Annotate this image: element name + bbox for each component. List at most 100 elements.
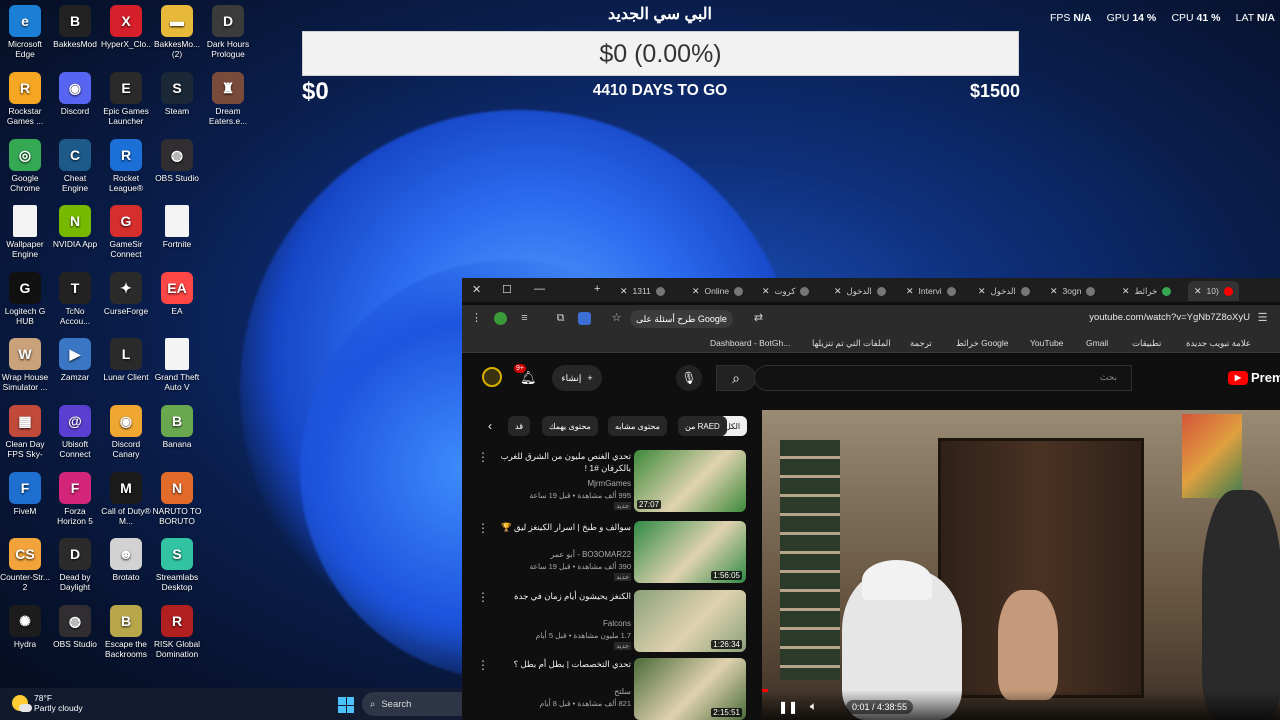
bookmark-star-icon[interactable]: ☆	[610, 312, 623, 325]
channel-name[interactable]: سلتح	[614, 687, 631, 696]
browser-tab[interactable]: ✕ 10)	[1188, 281, 1239, 301]
close-tab-icon[interactable]: ✕	[978, 286, 986, 297]
desktop-icon[interactable]: ☻ Brotato	[101, 538, 151, 582]
site-settings-icon[interactable]: ⇄	[752, 312, 765, 325]
desktop-icon[interactable]: G GameSir Connect	[101, 205, 151, 259]
browser-tab[interactable]: ✕ الدخول	[978, 281, 1030, 301]
microphone-icon[interactable]: 🎙︎	[676, 365, 702, 391]
desktop-icon[interactable]: ▶ Zamzar	[50, 338, 100, 382]
bookmark-item[interactable]: Gmail	[1086, 338, 1108, 348]
bookmark-item[interactable]: Dashboard - BotGh...	[710, 338, 790, 348]
weather-widget[interactable]: 78°F Partly cloudy	[12, 693, 83, 713]
filter-chip[interactable]: من RAED	[678, 416, 727, 436]
filter-chip[interactable]: قد	[508, 416, 531, 436]
desktop-icon[interactable]: T TcNo Accou...	[50, 272, 100, 326]
recommended-video[interactable]: ⋮ تحدي التخصصات | بطل أم بطل ؟ سلتح 821 ألف…	[477, 658, 747, 720]
bell-icon[interactable]: 🔔︎	[520, 370, 537, 386]
youtube-logo[interactable]: ▶ Premi	[1228, 370, 1280, 385]
desktop-icon[interactable]: ◉ Discord	[50, 72, 100, 116]
recommended-video[interactable]: ⋮ سوالف و طبخ | اسرار الكينغز ليق 🏆 BO3OMA…	[477, 521, 747, 583]
maximize-window-button[interactable]: ☐	[502, 283, 512, 296]
desktop-icon[interactable]: e Microsoft Edge	[0, 5, 50, 59]
desktop-icon[interactable]: X HyperX_Clo...	[101, 5, 151, 49]
windows-start-icon[interactable]	[338, 697, 354, 713]
recommended-video[interactable]: ⋮ الكنغز يحيشون أيام زمان في جدة Falcons 1.…	[477, 590, 747, 652]
desktop-icon[interactable]: ▦Clean Day FPS Sky-Pa...	[0, 405, 50, 459]
taskbar-search[interactable]: ⌕ Search	[362, 692, 462, 716]
desktop-icon[interactable]: @ Ubisoft Connect	[50, 405, 100, 459]
browser-tab[interactable]: ✕ خرائط	[1122, 281, 1172, 301]
desktop-icon[interactable]: D Dark Hours Prologue	[203, 5, 253, 59]
desktop-icon[interactable]: N NVIDIA App	[50, 205, 100, 249]
desktop-icon[interactable]: EA EA	[152, 272, 202, 316]
bookmark-item[interactable]: علامة تبويب جديدة	[1186, 338, 1251, 349]
video-thumbnail[interactable]: 27:07	[634, 450, 746, 512]
bookmark-item[interactable]: الملفات التي تم تنزيلها	[812, 338, 891, 349]
desktop-icon[interactable]: R Rockstar Games ...	[0, 72, 50, 126]
recommended-video[interactable]: ⋮ تحدي الغنص مليون من الشرق للغرب بالكرفا…	[477, 450, 747, 512]
desktop-icon[interactable]: B BakkesMod	[50, 5, 100, 49]
desktop-icon[interactable]: B Banana	[152, 405, 202, 449]
desktop-icon[interactable]: B Escape the Backrooms	[101, 605, 151, 659]
chevron-left-icon[interactable]: ‹	[488, 419, 492, 433]
desktop-icon[interactable]: ◉ Discord Canary	[101, 405, 151, 459]
volume-icon[interactable]: 🔈︎	[810, 699, 817, 714]
browser-tab[interactable]: ✕ كروت	[762, 281, 810, 301]
video-thumbnail[interactable]: 2:15:51	[634, 658, 746, 720]
desktop-icon[interactable]: NNARUTO TO BORUTO S...	[152, 472, 202, 526]
browser-tab[interactable]: ✕ Online	[692, 281, 744, 301]
desktop-icon[interactable]: ◍ OBS Studio	[50, 605, 100, 649]
bookmark-item[interactable]: خرائط Google	[956, 338, 1009, 349]
close-tab-icon[interactable]: ✕	[692, 286, 700, 297]
desktop-icon[interactable]: F FiveM	[0, 472, 50, 516]
close-tab-icon[interactable]: ✕	[834, 286, 842, 297]
filter-chip[interactable]: محتوى يهمك	[542, 416, 598, 436]
browser-tab[interactable]: ✕ الدخول	[834, 281, 886, 301]
browser-tab[interactable]: ✕ 3ogn	[1050, 281, 1096, 301]
desktop-icon[interactable]: M Call of Duty® M...	[101, 472, 151, 526]
video-thumbnail[interactable]: 1:26:34	[634, 590, 746, 652]
create-button[interactable]: إنشاء +	[552, 365, 602, 391]
reading-list-icon[interactable]: ≡	[518, 312, 531, 325]
desktop-icon[interactable]: ◍ OBS Studio	[152, 139, 202, 183]
desktop-icon[interactable]: ✺ Hydra	[0, 605, 50, 649]
ask-google-button[interactable]: طرح أسئلة على Google	[630, 310, 733, 328]
video-thumbnail[interactable]: 1:56:05	[634, 521, 746, 583]
close-tab-icon[interactable]: ✕	[620, 286, 628, 297]
desktop-icon[interactable]: ♜ Dream Eaters.e...	[203, 72, 253, 126]
desktop-icon[interactable]: F Forza Horizon 5	[50, 472, 100, 526]
desktop-icon[interactable]: D Dead by Daylight	[50, 538, 100, 592]
desktop-icon[interactable]: Wallpaper Engine	[0, 205, 50, 259]
desktop-icon[interactable]: S Streamlabs Desktop	[152, 538, 202, 592]
desktop-icon[interactable]: R Rocket League®	[101, 139, 151, 193]
desktop-icon[interactable]: Fortnite	[152, 205, 202, 249]
video-title[interactable]: تحدي الغنص مليون من الشرق للغرب بالكرفان…	[486, 450, 631, 474]
video-title[interactable]: الكنغز يحيشون أيام زمان في جدة	[486, 590, 631, 602]
browser-tab[interactable]: ✕ 1311	[620, 281, 665, 301]
video-title[interactable]: تحدي التخصصات | بطل أم بطل ؟	[486, 658, 631, 670]
desktop-icon[interactable]: C Cheat Engine	[50, 139, 100, 193]
desktop-icon[interactable]: CS Counter-Str... 2	[0, 538, 50, 592]
desktop-icon[interactable]: Grand Theft Auto V	[152, 338, 202, 392]
desktop-icon[interactable]: G Logitech G HUB	[0, 272, 50, 326]
video-player[interactable]: ❚❚ 🔈︎ 0:01 / 4:38:55	[762, 410, 1280, 720]
bookmark-item[interactable]: YouTube	[1030, 338, 1063, 348]
desktop-icon[interactable]: ✦ CurseForge	[101, 272, 151, 316]
profile-icon[interactable]	[494, 312, 507, 325]
filter-chip[interactable]: محتوى مشابه	[608, 416, 667, 436]
url-text[interactable]: youtube.com/watch?v=YgNb7Z8oXyU	[1089, 312, 1250, 323]
close-tab-icon[interactable]: ✕	[762, 286, 770, 297]
close-tab-icon[interactable]: ✕	[906, 286, 914, 297]
desktop-icon[interactable]: ▬ BakkesMo... (2)	[152, 5, 202, 59]
close-tab-icon[interactable]: ✕	[1050, 286, 1058, 297]
account-avatar[interactable]	[482, 367, 502, 387]
desktop-icon[interactable]: W Wrap House Simulator ...	[0, 338, 50, 392]
extensions-icon[interactable]: ⧉	[554, 312, 567, 325]
desktop-icon[interactable]: S Steam	[152, 72, 202, 116]
desktop-icon[interactable]: ◎ Google Chrome	[0, 139, 50, 193]
pause-icon[interactable]: ❚❚	[778, 700, 798, 714]
bookmark-item[interactable]: تطبيقات	[1132, 338, 1161, 349]
menu-dots-icon[interactable]: ⋮	[470, 312, 483, 325]
tune-icon[interactable]: ☰	[1256, 312, 1269, 325]
new-tab-button[interactable]: +	[594, 283, 600, 295]
